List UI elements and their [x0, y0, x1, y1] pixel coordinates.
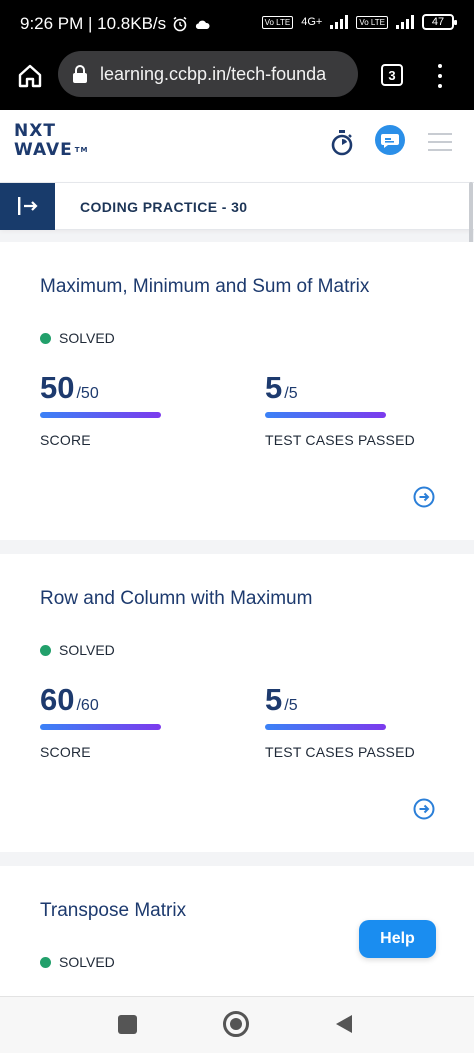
tests-label: TEST CASES PASSED: [265, 744, 415, 760]
solved-dot-icon: [40, 956, 51, 968]
score-label: SCORE: [40, 432, 91, 448]
section-title: CODING PRACTICE - 30: [80, 199, 248, 215]
question-card[interactable]: Row and Column with Maximum SOLVED 60/60…: [0, 554, 474, 852]
status-left: 9:26 PM | 10.8KB/s: [20, 14, 210, 34]
home-icon[interactable]: [16, 62, 44, 90]
score-value: 50: [40, 370, 75, 405]
logo-line-2: WAVE: [14, 140, 73, 160]
tests-total: /5: [284, 697, 298, 714]
status-time-speed: 9:26 PM | 10.8KB/s: [20, 14, 167, 33]
arrow-right-circle-icon[interactable]: [413, 486, 435, 508]
system-nav-bar: [0, 996, 474, 1053]
home-circle-icon[interactable]: [223, 1011, 249, 1037]
app-header: NXT WAVE TM: [0, 110, 474, 182]
status-badge: SOLVED: [40, 642, 115, 658]
logo-line-1: NXT: [14, 121, 56, 141]
section-header: CODING PRACTICE - 30: [0, 182, 474, 230]
lock-icon: [73, 65, 87, 83]
solved-dot-icon: [40, 332, 51, 344]
tests-value: 5: [265, 370, 283, 405]
score-label: SCORE: [40, 744, 91, 760]
expand-sidebar-button[interactable]: [0, 183, 55, 230]
help-button[interactable]: Help: [359, 920, 436, 958]
status-badge: SOLVED: [40, 330, 115, 346]
back-triangle-icon[interactable]: [333, 1013, 355, 1035]
status-badge: SOLVED: [40, 954, 115, 970]
hamburger-menu-icon[interactable]: [428, 133, 452, 151]
volte-badge: Vo LTE: [261, 15, 294, 29]
question-card[interactable]: Maximum, Minimum and Sum of Matrix SOLVE…: [0, 242, 474, 540]
expand-arrow-icon: [18, 197, 38, 215]
score-progress-bar: [40, 724, 161, 730]
score-metric: 50/50 SCORE: [40, 370, 161, 448]
score-total: /50: [76, 385, 99, 402]
network-type: 4G+: [301, 16, 323, 28]
stopwatch-icon[interactable]: [330, 130, 354, 156]
test-cases-metric: 5/5 TEST CASES PASSED: [265, 370, 415, 448]
browser-menu-icon[interactable]: [430, 62, 450, 90]
score-value: 60: [40, 682, 75, 717]
cloud-icon: [196, 20, 210, 29]
url-text: learning.ccbp.in/tech-founda: [100, 63, 327, 84]
recent-apps-icon[interactable]: [118, 1015, 137, 1034]
signal-icon-2: [396, 15, 414, 29]
question-title[interactable]: Maximum, Minimum and Sum of Matrix: [40, 276, 369, 298]
tests-label: TEST CASES PASSED: [265, 432, 415, 448]
nxtwave-logo[interactable]: NXT WAVE TM: [14, 122, 89, 160]
alarm-icon: [173, 16, 187, 32]
arrow-right-circle-icon[interactable]: [413, 798, 435, 820]
battery-level: 47: [431, 16, 445, 28]
score-progress-bar: [40, 412, 161, 418]
score-metric: 60/60 SCORE: [40, 682, 161, 760]
status-text: SOLVED: [59, 954, 115, 970]
score-total: /60: [76, 697, 99, 714]
battery-icon: 47: [422, 14, 457, 30]
tests-progress-bar: [265, 412, 386, 418]
signal-icon: [330, 15, 349, 29]
status-text: SOLVED: [59, 330, 115, 346]
browser-toolbar: learning.ccbp.in/tech-founda 3: [0, 48, 474, 110]
question-title[interactable]: Row and Column with Maximum: [40, 588, 312, 610]
tests-total: /5: [284, 385, 298, 402]
tab-count: 3: [388, 67, 396, 83]
volte-badge-2: Vo LTE: [356, 15, 388, 29]
chat-icon[interactable]: [375, 125, 405, 155]
tests-value: 5: [265, 682, 283, 717]
tab-switcher-button[interactable]: 3: [381, 64, 403, 86]
solved-dot-icon: [40, 644, 51, 656]
tests-progress-bar: [265, 724, 386, 730]
address-bar[interactable]: learning.ccbp.in/tech-founda: [58, 51, 358, 97]
question-title[interactable]: Transpose Matrix: [40, 900, 186, 922]
logo-tm: TM: [74, 146, 89, 154]
test-cases-metric: 5/5 TEST CASES PASSED: [265, 682, 415, 760]
status-right: Vo LTE 4G+ Vo LTE 47: [261, 14, 457, 30]
status-text: SOLVED: [59, 642, 115, 658]
status-bar: 9:26 PM | 10.8KB/s Vo LTE 4G+ Vo LTE 47: [0, 0, 474, 48]
